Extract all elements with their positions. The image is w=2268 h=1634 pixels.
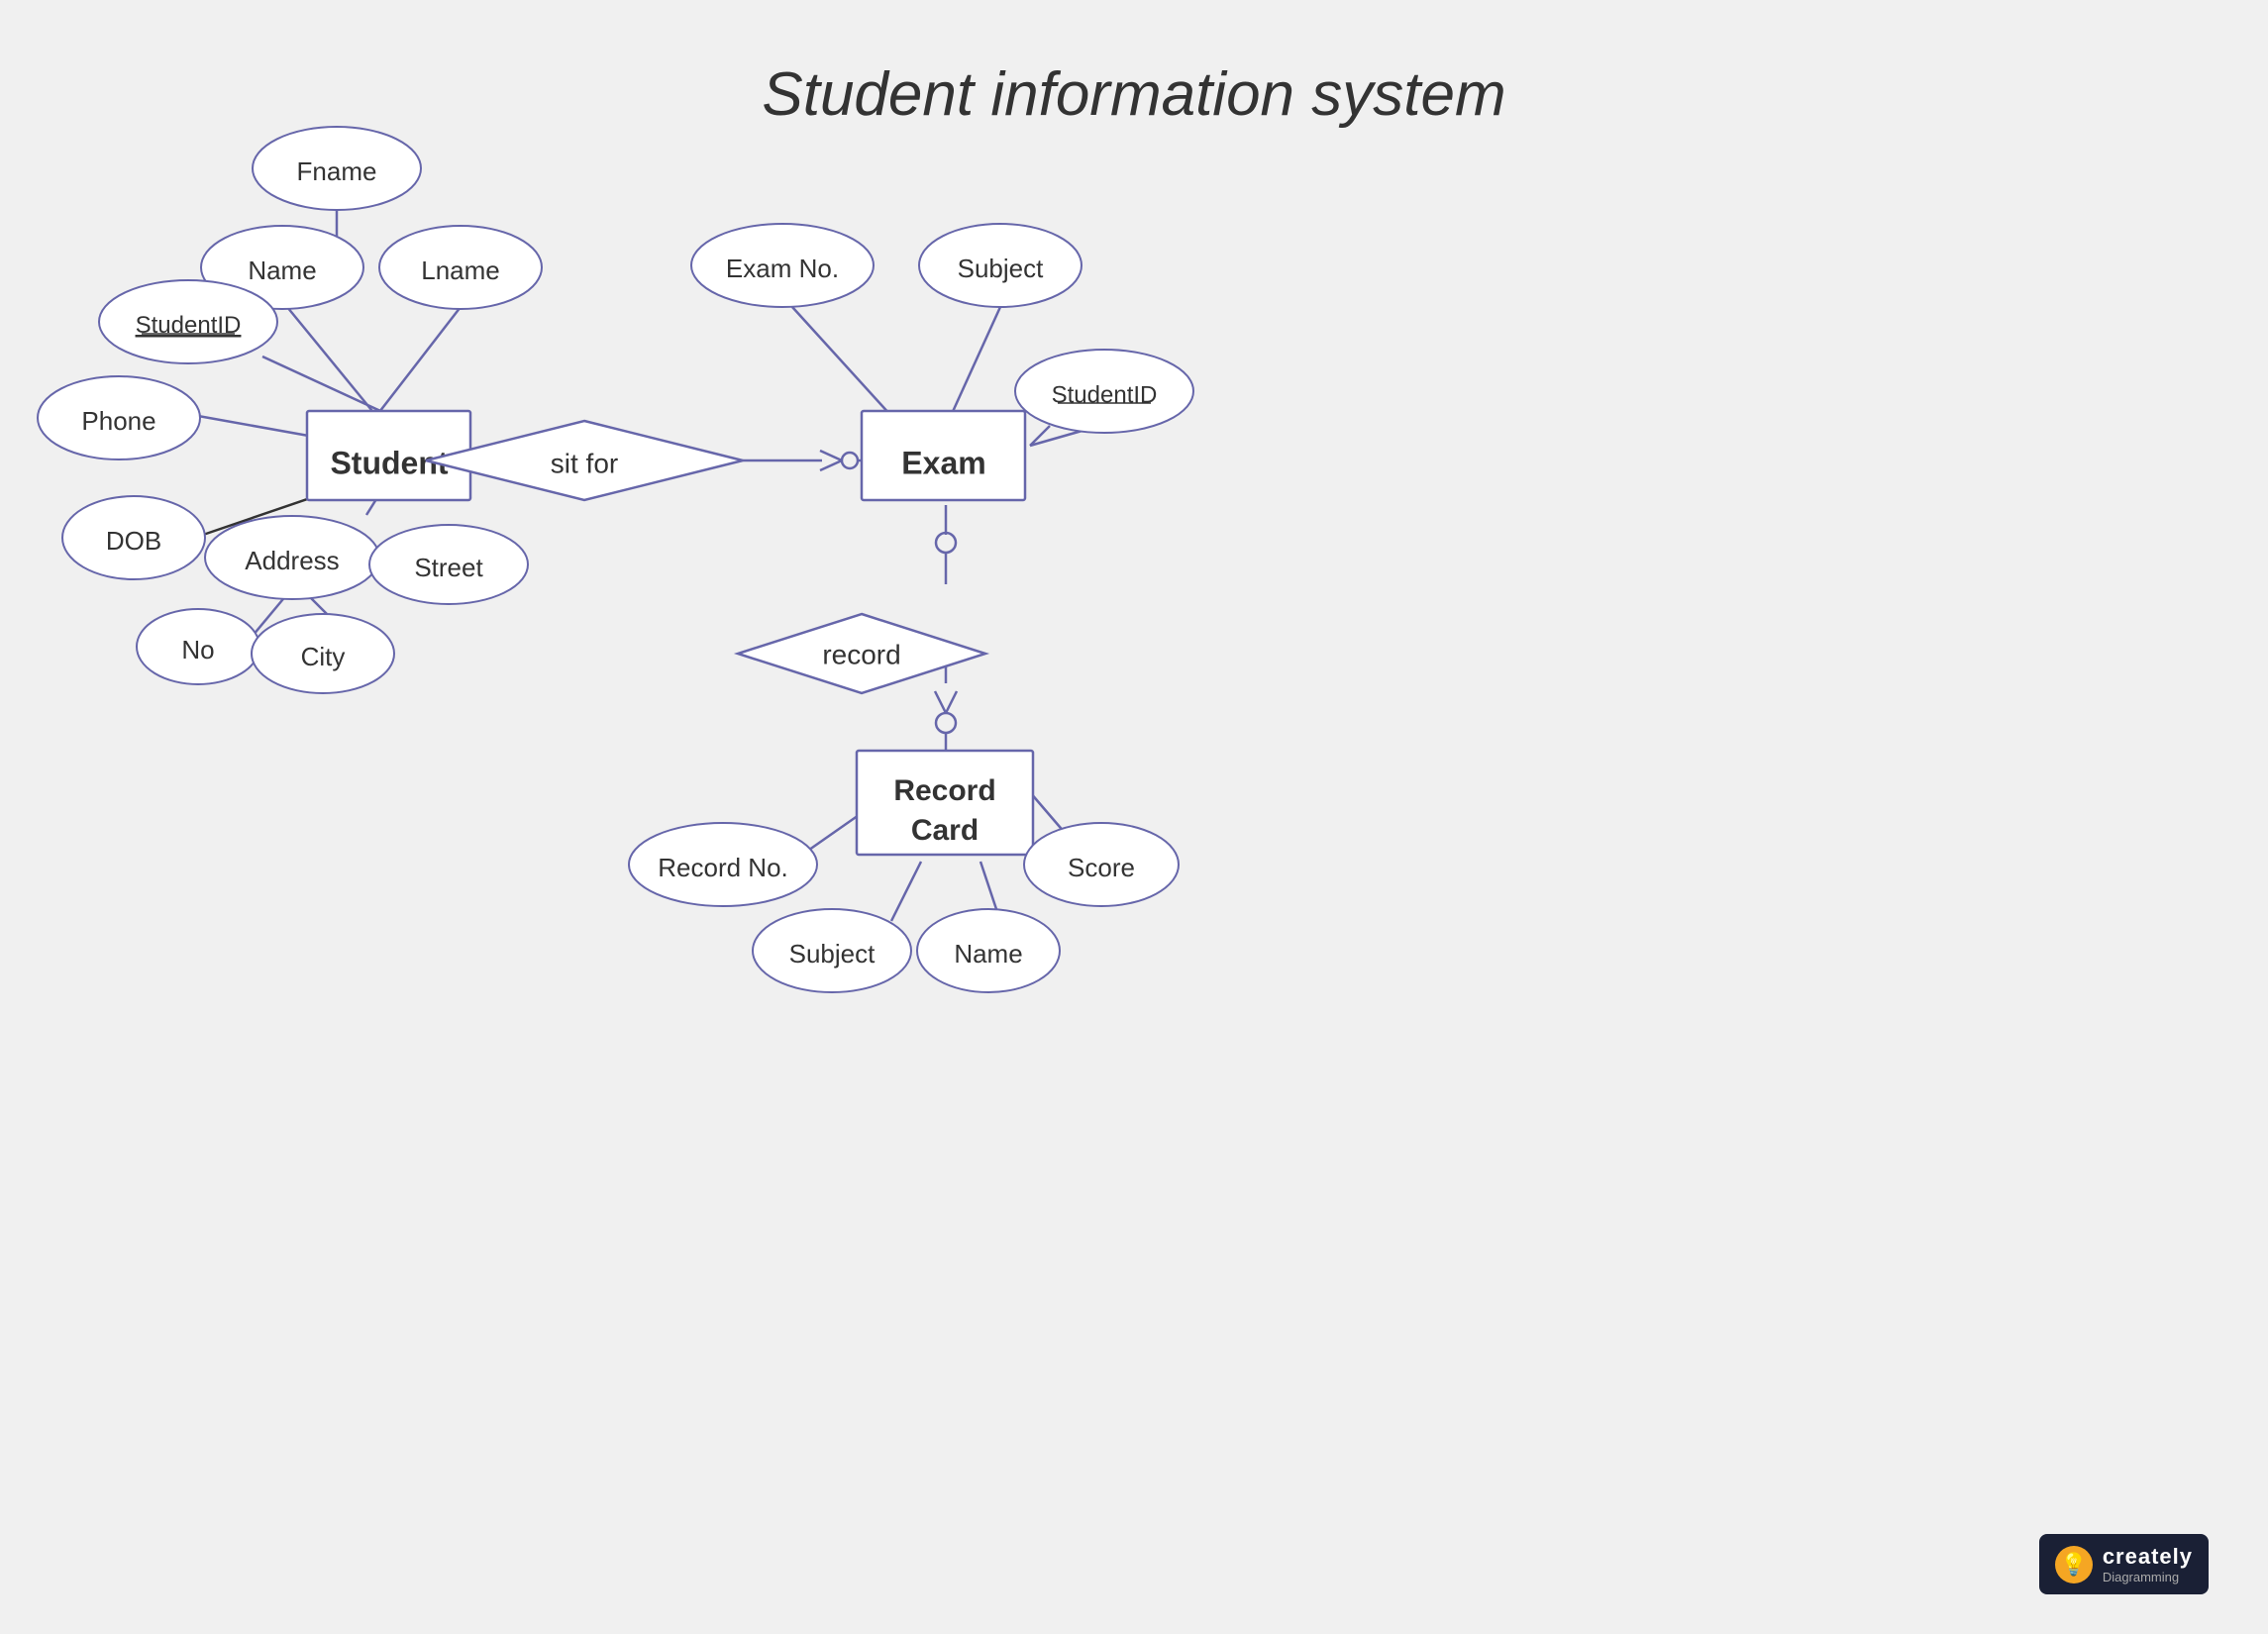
svg-text:record: record [822,639,900,669]
creately-logo-icon: 💡 [2055,1546,2093,1583]
svg-text:sit for: sit for [551,448,618,478]
creately-tagline: Diagramming [2103,1570,2193,1584]
svg-text:No: No [181,635,214,664]
svg-text:Subject: Subject [789,939,876,969]
creately-company-name: creately [2103,1544,2193,1570]
svg-text:Address: Address [245,546,339,575]
svg-text:Name: Name [248,255,316,285]
svg-text:Subject: Subject [958,254,1044,283]
svg-text:StudentID: StudentID [136,312,242,339]
svg-text:Exam No.: Exam No. [726,254,839,283]
svg-text:StudentID: StudentID [1052,381,1158,408]
svg-text:Fname: Fname [297,156,377,186]
svg-text:Score: Score [1068,853,1135,882]
er-diagram: Student Exam Record Card sit for record … [0,0,2268,1634]
svg-text:Name: Name [954,939,1022,969]
svg-text:DOB: DOB [106,526,161,556]
svg-text:Phone: Phone [81,406,155,436]
svg-text:Exam: Exam [901,445,985,480]
svg-text:City: City [301,642,346,671]
svg-text:Card: Card [911,814,979,847]
svg-text:Record: Record [893,774,995,807]
creately-badge: 💡 creately Diagramming [2039,1534,2209,1594]
svg-text:Lname: Lname [421,255,500,285]
svg-text:Street: Street [414,553,483,582]
svg-text:Record No.: Record No. [658,853,788,882]
